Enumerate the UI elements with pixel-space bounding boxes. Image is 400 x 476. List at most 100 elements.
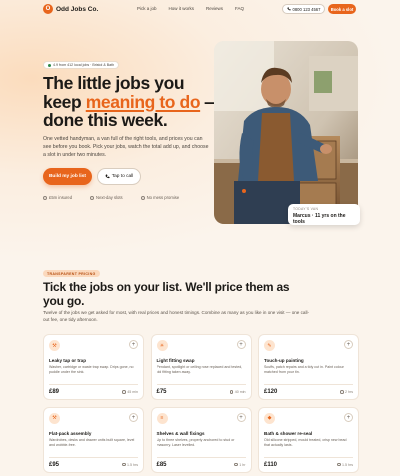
drop-icon: ◆ bbox=[264, 412, 275, 424]
brush-icon: ✎ bbox=[264, 340, 275, 351]
job-title: Touch-up painting bbox=[264, 358, 304, 363]
phone-button[interactable]: 0800 123 4567 bbox=[282, 4, 325, 14]
job-card-footer: £95 1.5 hrs bbox=[49, 456, 138, 468]
job-card-footer: £89 45 min bbox=[49, 384, 138, 395]
job-card[interactable]: ⚒ + Flat-pack assembly Wardrobes, desks … bbox=[43, 406, 144, 473]
nav-link-pick-a-job[interactable]: Pick a job bbox=[137, 6, 157, 11]
pricing-title: Tick the jobs on your list. We'll price … bbox=[43, 280, 290, 308]
hero-lede: One vetted handyman, a van full of the r… bbox=[43, 136, 209, 158]
clock-icon bbox=[229, 390, 234, 394]
nav-link-reviews[interactable]: Reviews bbox=[206, 6, 223, 11]
job-duration: 1 hr bbox=[234, 462, 246, 467]
job-description: Scuffs, patch repairs and a tidy cut in.… bbox=[264, 365, 344, 374]
job-description: Wardrobes, desks and drawer units built … bbox=[49, 437, 135, 447]
job-title: Leaky tap or trap bbox=[49, 358, 87, 363]
job-title: Shelves & wall fixings bbox=[156, 430, 205, 436]
trust-item: No mess promise bbox=[140, 195, 180, 200]
job-duration: 45 min bbox=[122, 390, 138, 394]
page: O Odd Jobs Co. Pick a job How it works R… bbox=[0, 0, 400, 476]
job-description: Old silicone stripped, mould treated, cr… bbox=[264, 437, 347, 447]
nav-link-how-it-works[interactable]: How it works bbox=[169, 6, 195, 11]
trust-item-label: £5m insured bbox=[49, 195, 73, 200]
shelf-icon: ≡ bbox=[156, 412, 168, 424]
job-card-footer: £85 1 hr bbox=[156, 456, 246, 468]
job-description: Up to three shelves, properly anchored t… bbox=[156, 437, 235, 447]
job-duration-label: 1 hr bbox=[239, 462, 246, 467]
trust-item-label: Next-day slots bbox=[96, 195, 123, 200]
clock-icon bbox=[340, 390, 344, 394]
job-price: £75 bbox=[156, 389, 167, 395]
trust-item: £5m insured bbox=[43, 195, 72, 200]
headline-accent: meaning to do bbox=[85, 91, 201, 112]
tap-to-call-label: Tap to call bbox=[111, 174, 134, 179]
phone-icon bbox=[286, 7, 291, 11]
job-card-grid: ⚒ + Leaky tap or trap Washer, cartridge … bbox=[43, 334, 359, 473]
job-duration: 2 hrs bbox=[340, 390, 353, 394]
today-van-caption: TODAY'S VAN Marcus · 11 yrs on the tools bbox=[288, 204, 360, 225]
job-title: Bath & shower re-seal bbox=[264, 430, 313, 436]
clock-icon bbox=[234, 462, 238, 467]
status-dot-icon bbox=[48, 63, 51, 67]
job-duration-label: 1.5 hrs bbox=[342, 462, 353, 467]
clock-icon bbox=[337, 462, 341, 467]
job-duration-label: 40 min bbox=[234, 390, 246, 394]
phone-icon bbox=[105, 174, 110, 179]
job-description: Pendant, spotlight or ceiling rose repla… bbox=[156, 365, 243, 374]
rating-badge-text: 4.9 from 412 local jobs · Bristol & Bath bbox=[53, 63, 115, 67]
pricing-tag: TRANSPARENT PRICING bbox=[43, 270, 100, 277]
hammer-icon: ⚒ bbox=[49, 412, 60, 424]
shield-icon bbox=[43, 195, 47, 200]
build-job-list-button[interactable]: Build my job list bbox=[43, 168, 92, 185]
job-price: £110 bbox=[264, 461, 278, 468]
job-card-footer: £110 1.5 hrs bbox=[264, 456, 353, 468]
job-price: £120 bbox=[264, 389, 278, 395]
add-job-button[interactable]: + bbox=[344, 340, 353, 349]
job-price: £89 bbox=[49, 389, 60, 395]
pricing-subtitle: Twelve of the jobs we get asked for most… bbox=[43, 310, 310, 322]
job-duration-label: 2 hrs bbox=[345, 390, 353, 394]
job-duration: 1.5 hrs bbox=[337, 463, 353, 467]
add-job-button[interactable]: + bbox=[344, 412, 353, 422]
job-card[interactable]: ☀ + Light fitting swap Pendant, spotligh… bbox=[150, 334, 252, 400]
top-nav: O Odd Jobs Co. Pick a job How it works R… bbox=[0, 0, 400, 20]
brand-logo[interactable]: O Odd Jobs Co. bbox=[43, 4, 98, 14]
caption-kicker: TODAY'S VAN bbox=[293, 207, 319, 211]
job-title: Light fitting swap bbox=[156, 358, 195, 363]
caption-value: Marcus · 11 yrs on the tools bbox=[293, 213, 346, 225]
nav-links: Pick a job How it works Reviews FAQ bbox=[137, 6, 244, 11]
add-job-button[interactable]: + bbox=[129, 340, 138, 349]
job-title: Flat-pack assembly bbox=[49, 430, 92, 436]
job-description: Washer, cartridge or waste trap swap. Dr… bbox=[49, 365, 134, 374]
hero-photo bbox=[214, 41, 358, 224]
bulb-icon: ☀ bbox=[156, 340, 168, 351]
hero-headline: The little jobs you keep meaning to do —… bbox=[43, 74, 223, 130]
trust-item-label: No mess promise bbox=[146, 195, 180, 200]
add-job-button[interactable]: + bbox=[236, 340, 246, 349]
job-duration-label: 1.5 hrs bbox=[127, 462, 138, 467]
job-price: £85 bbox=[156, 461, 167, 468]
job-card[interactable]: ⚒ + Leaky tap or trap Washer, cartridge … bbox=[43, 334, 144, 400]
clock-icon bbox=[122, 390, 126, 394]
add-job-button[interactable]: + bbox=[129, 412, 138, 422]
book-slot-button[interactable]: Book a slot bbox=[328, 4, 356, 14]
clock-icon bbox=[122, 462, 126, 467]
job-card[interactable]: ◆ + Bath & shower re-seal Old silicone s… bbox=[258, 406, 359, 473]
tap-to-call-button[interactable]: Tap to call bbox=[97, 168, 141, 185]
handyman-photo bbox=[214, 41, 358, 224]
trust-item: Next-day slots bbox=[90, 195, 123, 200]
nav-link-faq[interactable]: FAQ bbox=[235, 6, 244, 11]
rating-badge: 4.9 from 412 local jobs · Bristol & Bath bbox=[43, 61, 120, 69]
job-card[interactable]: ✎ + Touch-up painting Scuffs, patch repa… bbox=[258, 334, 359, 400]
job-card-footer: £75 40 min bbox=[156, 384, 246, 395]
sparkle-icon bbox=[140, 195, 145, 200]
wrench-icon: ⚒ bbox=[49, 340, 60, 351]
job-duration: 1.5 hrs bbox=[122, 463, 138, 467]
brand-name: Odd Jobs Co. bbox=[56, 5, 99, 13]
calendar-icon bbox=[90, 195, 95, 200]
job-card[interactable]: ≡ + Shelves & wall fixings Up to three s… bbox=[150, 406, 252, 473]
job-card-footer: £120 2 hrs bbox=[264, 384, 353, 395]
job-duration: 40 min bbox=[229, 390, 246, 394]
trust-points: £5m insured Next-day slots No mess promi… bbox=[43, 195, 179, 200]
add-job-button[interactable]: + bbox=[236, 412, 246, 422]
logo-mark-icon: O bbox=[43, 4, 53, 14]
